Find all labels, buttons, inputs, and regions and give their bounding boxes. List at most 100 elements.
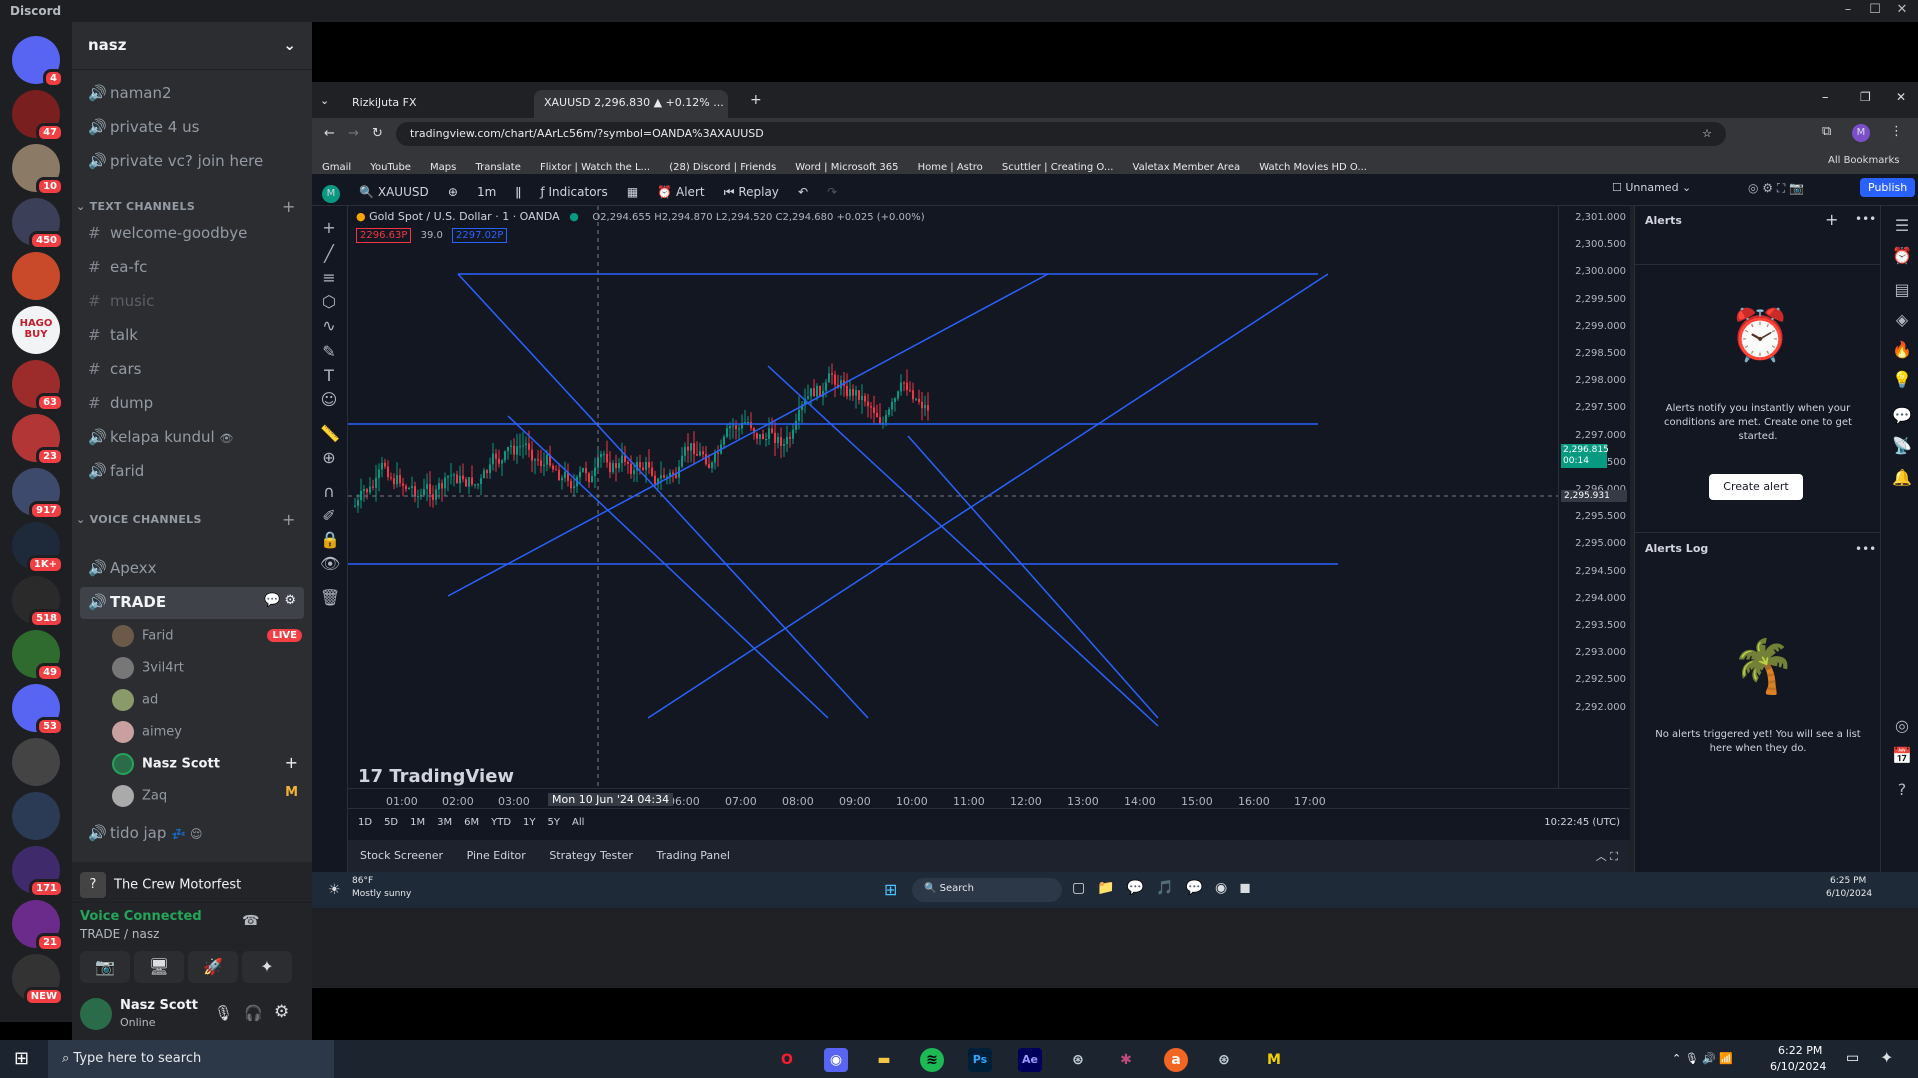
notification-icon[interactable]: ▭ [1846, 1050, 1859, 1066]
target-icon[interactable]: ◎ [1891, 716, 1913, 738]
tab-rizkijuta[interactable]: RizkiJuta FX [342, 90, 530, 118]
gear-icon[interactable]: ⚙ [274, 1002, 289, 1022]
broadcast-icon[interactable]: 📡 [1891, 436, 1913, 458]
range-3m[interactable]: 3M [437, 817, 452, 828]
alerts-icon[interactable]: ⏰ [1891, 246, 1913, 268]
tv-avatar[interactable]: M [322, 185, 340, 203]
channel-music[interactable]: # music [80, 286, 304, 318]
bookmark-word[interactable]: Word | Microsoft 365 [795, 162, 898, 173]
toolbar-icons[interactable]: ◎ ⚙ ⛶ 📷 [1748, 181, 1804, 196]
headphones-icon[interactable]: 🎧 [244, 1004, 263, 1022]
maximize-icon[interactable]: ❐ [1860, 90, 1871, 104]
channel-naman2[interactable]: 🔊 naman2 [80, 78, 304, 110]
brush-icon[interactable]: ✎ [320, 342, 338, 361]
tab-search-icon[interactable]: ⌄ [320, 94, 329, 107]
settings-icon[interactable]: 💬 ⚙ [264, 593, 296, 608]
channel-welcome-goodbye[interactable]: # welcome-goodbye [80, 218, 304, 250]
add-alert-icon[interactable]: + [1825, 210, 1838, 229]
range-5d[interactable]: 5D [384, 817, 398, 828]
trash-icon[interactable]: 🗑 [320, 588, 340, 607]
discord-icon[interactable]: ◉ [824, 1048, 848, 1072]
extensions-icon[interactable]: ⧉ [1822, 124, 1831, 139]
channel-farid[interactable]: 🔊 farid [80, 456, 304, 488]
bookmark-flixtor[interactable]: Flixtor | Watch the L... [540, 162, 650, 173]
time-axis[interactable]: 01:00 02:00 03:00 06:00 07:00 08:00 09:00 10:00… [348, 788, 1630, 808]
activity-icon[interactable]: 🚀 [188, 951, 238, 983]
taskbar-search[interactable]: ⌕ Type here to search [48, 1040, 334, 1078]
channel-private-vc[interactable]: 🔊 private vc? join here [80, 146, 304, 178]
tab-pine-editor[interactable]: Pine Editor [467, 849, 526, 862]
help-icon[interactable]: ? [1891, 780, 1913, 802]
minimize-icon[interactable]: – [1822, 90, 1829, 105]
data-window-icon[interactable]: ▤ [1891, 280, 1913, 302]
server-header[interactable]: nasz ⌄ [72, 22, 312, 70]
profile-icon[interactable]: M [1852, 124, 1870, 142]
utc-clock[interactable]: 10:22:45 (UTC) [1544, 817, 1620, 828]
undo-icon[interactable]: ↶ [798, 185, 808, 199]
voice-user-farid[interactable]: Farid LIVE [112, 625, 302, 653]
collapse-icon[interactable]: ︿ ⛶ [1596, 848, 1618, 864]
server-icon-server-15[interactable] [12, 792, 60, 840]
voice-channels-category[interactable]: ⌄ VOICE CHANNELS + [76, 510, 295, 529]
hotlist-icon[interactable]: 🔥 [1891, 340, 1913, 362]
text-icon[interactable]: T [320, 366, 338, 385]
voice-user-nasz-scott[interactable]: Nasz Scott + [112, 753, 302, 781]
windows-start-icon[interactable]: ⊞ [14, 1048, 29, 1069]
server-icon-server-17[interactable]: 21 [12, 900, 64, 952]
trendline-icon[interactable]: ╱ [320, 244, 338, 263]
reload-icon[interactable]: ↻ [372, 126, 383, 141]
alert-button[interactable]: ⏰ Alert [657, 185, 704, 199]
steam-icon[interactable]: ⊛ [1066, 1048, 1090, 1072]
bookmark-gmail[interactable]: Gmail [322, 162, 351, 173]
voice-user-zaq[interactable]: Zaq M [112, 785, 302, 813]
watchlist-icon[interactable]: ☰ [1891, 216, 1913, 238]
chart-type-icon[interactable]: ǁ [515, 185, 521, 199]
range-ytd[interactable]: YTD [491, 817, 511, 828]
mt-icon[interactable]: M [1262, 1048, 1286, 1072]
range-5y[interactable]: 5Y [548, 817, 560, 828]
server-icon-server-4[interactable]: 450 [12, 198, 64, 250]
bookmark-youtube[interactable]: YouTube [370, 162, 411, 173]
maximize-icon[interactable]: ☐ [1862, 2, 1888, 17]
create-alert-button[interactable]: Create alert [1709, 474, 1803, 500]
opera-icon[interactable]: O [775, 1048, 799, 1072]
bookmark-movies[interactable]: Watch Movies HD O... [1259, 162, 1367, 173]
crosshair-icon[interactable]: + [320, 218, 338, 237]
url-field[interactable]: tradingview.com/chart/AArLc56m/?symbol=O… [396, 122, 1726, 146]
more-icon[interactable]: ••• [1855, 542, 1876, 556]
zoom-icon[interactable]: ⊕ [320, 448, 338, 467]
range-6m[interactable]: 6M [464, 817, 479, 828]
bookmark-scuttler[interactable]: Scuttler | Creating O... [1002, 162, 1114, 173]
copilot-icon[interactable]: ✦ [1880, 1048, 1893, 1067]
all-bookmarks[interactable]: All Bookmarks [1828, 155, 1899, 166]
channel-cars[interactable]: # cars [80, 354, 304, 386]
channel-trade[interactable]: 🔊 TRADE 💬 ⚙ [80, 587, 304, 619]
forward-icon[interactable]: → [348, 126, 359, 141]
channel-private-4-us[interactable]: 🔊 private 4 us [80, 112, 304, 144]
channel-apexx[interactable]: 🔊 Apexx [80, 553, 304, 585]
add-icon[interactable]: + [285, 753, 298, 772]
menu-icon[interactable]: ⋮ [1890, 124, 1903, 139]
more-icon[interactable]: ••• [1855, 212, 1876, 226]
tray-icons[interactable]: ⌃ 🎙 🔊 📶 [1672, 1052, 1733, 1065]
soundboard-icon[interactable]: ✦ [242, 951, 292, 983]
channel-talk[interactable]: # talk [80, 320, 304, 352]
calendar-icon[interactable]: 📅 [1891, 746, 1913, 768]
channel-dump[interactable]: # dump [80, 388, 304, 420]
text-channels-category[interactable]: ⌄ TEXT CHANNELS + [76, 197, 295, 216]
tab-trading-panel[interactable]: Trading Panel [656, 849, 730, 862]
ruler-icon[interactable]: 📏 [320, 424, 340, 443]
server-icon-server-10[interactable]: 1K+ [12, 522, 64, 574]
photoshop-icon[interactable]: Ps [968, 1048, 992, 1072]
layout-name[interactable]: ☐ Unnamed ⌄ [1612, 181, 1691, 194]
server-icon-server-16[interactable]: 171 [12, 846, 64, 898]
chart-pane[interactable]: ● Gold Spot / U.S. Dollar · 1 · OANDA ● … [348, 206, 1630, 808]
replay-button[interactable]: ⏮ Replay [724, 185, 779, 200]
server-icon-server-3[interactable]: 10 [12, 144, 64, 196]
spotify-icon[interactable]: ≋ [920, 1048, 944, 1072]
disconnect-icon[interactable]: ☎ [242, 913, 259, 929]
close-icon[interactable]: ✕ [1896, 90, 1906, 104]
buy-price[interactable]: 2297.02P [452, 228, 508, 243]
price-axis[interactable]: 2,301.000 2,300.500 2,300.000 2,299.500 2,29… [1558, 206, 1630, 788]
server-icon-server-9[interactable]: 917 [12, 468, 64, 520]
